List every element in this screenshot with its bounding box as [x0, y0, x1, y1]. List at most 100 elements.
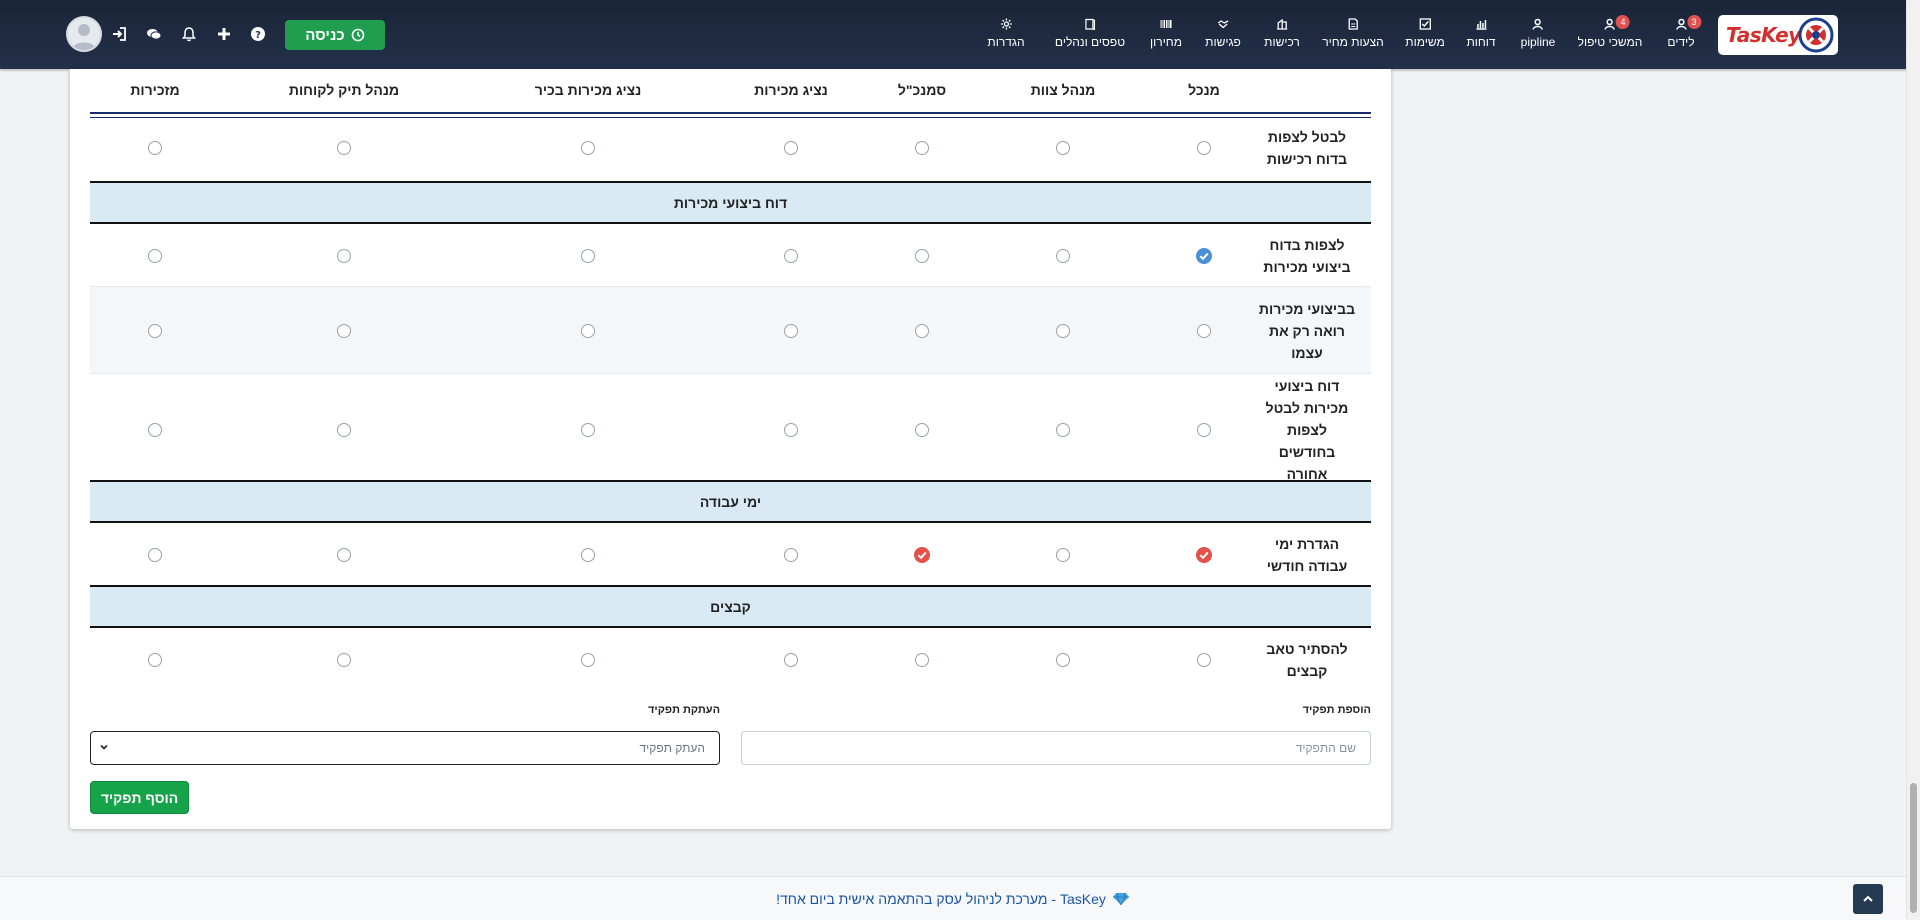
user-avatar[interactable] [66, 16, 102, 52]
nav-badge: 4 [1616, 15, 1630, 29]
permission-label: דוח ביצועי מכירות לבטל לצפות בחודשים אחו… [1265, 377, 1349, 482]
permission-radio[interactable] [784, 141, 798, 155]
permission-radio[interactable] [581, 141, 595, 155]
nav-item[interactable]: מחירון [1150, 18, 1182, 49]
permission-radio-checked[interactable] [1196, 247, 1212, 264]
column-header: מזכירות [130, 82, 180, 98]
permission-radio[interactable] [581, 323, 595, 338]
permission-radio[interactable] [1197, 323, 1211, 338]
permission-radio-checked[interactable] [1196, 546, 1212, 563]
chat-icon[interactable] [146, 26, 162, 42]
help-icon[interactable]: ? [250, 26, 266, 42]
clock-icon [351, 28, 365, 42]
permission-radio[interactable] [784, 652, 798, 667]
permission-radio[interactable] [1056, 652, 1070, 667]
nav-item-label: המשכי טיפול [1577, 35, 1643, 49]
section-header: דוח ביצועי מכירות [90, 181, 1371, 224]
page-scrollbar[interactable] [1906, 0, 1920, 919]
nav-item-label: משימות [1405, 35, 1445, 49]
nav-item[interactable]: פגישות [1205, 18, 1241, 49]
permission-radio[interactable] [784, 323, 798, 338]
permission-radio[interactable] [581, 547, 595, 562]
permission-radio[interactable] [337, 652, 351, 667]
permission-radio[interactable] [784, 422, 798, 437]
permission-radio[interactable] [148, 141, 162, 155]
permission-label: להסתיר טאב קבצים [1266, 640, 1348, 679]
permission-radio[interactable] [148, 248, 162, 263]
footer: TasKey - מערכת לניהול עסק בהתאמה אישית ב… [0, 876, 1906, 920]
permission-row: לבטל לצפות בדוח רכישות [90, 118, 1371, 178]
nav-item[interactable]: pipline [1521, 18, 1555, 49]
barcode-icon [1160, 20, 1172, 28]
plus-icon[interactable] [216, 26, 232, 42]
scroll-to-top-button[interactable] [1853, 884, 1883, 914]
nav-item-label: רכישות [1264, 35, 1300, 49]
permission-row: לצפות בדוח ביצועי מכירות [90, 224, 1371, 287]
copy-role-select[interactable]: העתק תפקיד [90, 731, 720, 765]
avatar-person-icon [72, 24, 96, 50]
permission-radio[interactable] [1056, 141, 1070, 155]
permission-radio[interactable] [915, 422, 929, 437]
nav-item-label: הצעות מחיר [1322, 35, 1384, 49]
login-icon[interactable] [111, 26, 127, 42]
taskey-logo[interactable]: TasKey [1718, 15, 1838, 55]
permission-radio[interactable] [1197, 422, 1211, 437]
permission-radio[interactable] [337, 422, 351, 437]
role-name-placeholder: שם התפקיד [1295, 741, 1356, 755]
handshake-icon [1217, 20, 1229, 29]
nav-item[interactable]: דוחות [1466, 18, 1496, 49]
permission-radio[interactable] [1197, 652, 1211, 667]
enter-button-label: כניסה [305, 26, 345, 44]
permission-label: לבטל לצפות בדוח רכישות [1266, 129, 1348, 167]
role-name-input[interactable]: שם התפקיד [741, 731, 1371, 765]
permission-row: הגדרת ימי עבודה חודשי [90, 523, 1371, 586]
chevron-down-icon [100, 744, 108, 750]
permission-radio[interactable] [915, 141, 929, 155]
scrollbar-thumb[interactable] [1910, 783, 1917, 913]
section-header: ימי עבודה [90, 480, 1371, 523]
permission-label: הגדרת ימי עבודה חודשי [1266, 535, 1348, 574]
permission-radio[interactable] [915, 248, 929, 263]
permission-radio[interactable] [1056, 248, 1070, 263]
enter-button[interactable]: כניסה [285, 20, 385, 50]
permission-radio[interactable] [1197, 141, 1211, 155]
bell-icon[interactable] [181, 26, 197, 42]
permission-radio[interactable] [1056, 323, 1070, 338]
permission-radio[interactable] [1056, 422, 1070, 437]
permission-radio[interactable] [337, 547, 351, 562]
permission-radio[interactable] [915, 323, 929, 338]
permission-radio[interactable] [1056, 547, 1070, 562]
nav-item[interactable]: טפסים ונהלים [1055, 18, 1125, 49]
permission-radio[interactable] [337, 323, 351, 338]
column-header: מנהל צוות [1030, 82, 1096, 98]
permission-radio[interactable] [337, 141, 351, 155]
permission-radio[interactable] [148, 422, 162, 437]
nav-item[interactable]: 4 המשכי טיפול [1577, 15, 1643, 49]
permission-radio[interactable] [581, 652, 595, 667]
permission-row: להסתיר טאב קבצים [90, 628, 1371, 691]
gear-icon [1000, 18, 1012, 30]
nav-item[interactable]: הצעות מחיר [1322, 18, 1384, 49]
nav-item[interactable]: הגדרות [987, 18, 1025, 49]
column-header: מנהל תיק לקוחות [288, 82, 400, 98]
nav-item[interactable]: 3 לידים [1667, 15, 1702, 49]
nav-item[interactable]: משימות [1405, 18, 1445, 49]
permission-radio[interactable] [148, 323, 162, 338]
permission-radio[interactable] [148, 652, 162, 667]
svg-text:?: ? [255, 30, 261, 41]
add-role-button[interactable]: הוסף תפקיד [90, 781, 189, 814]
column-header: נציג מכירות [754, 82, 828, 98]
permission-radio[interactable] [148, 547, 162, 562]
permission-radio[interactable] [581, 422, 595, 437]
permission-radio-checked[interactable] [914, 546, 930, 563]
nav-item[interactable]: רכישות [1264, 18, 1300, 49]
user-icon [1604, 18, 1616, 30]
header-divider [90, 112, 1371, 114]
permission-radio[interactable] [581, 248, 595, 263]
permission-radio[interactable] [337, 248, 351, 263]
permission-radio[interactable] [784, 248, 798, 263]
permission-radio[interactable] [784, 547, 798, 562]
nav-item-label: דוחות [1466, 35, 1496, 49]
add-role-label: הוספת תפקיד [1302, 704, 1371, 716]
permission-radio[interactable] [915, 652, 929, 667]
